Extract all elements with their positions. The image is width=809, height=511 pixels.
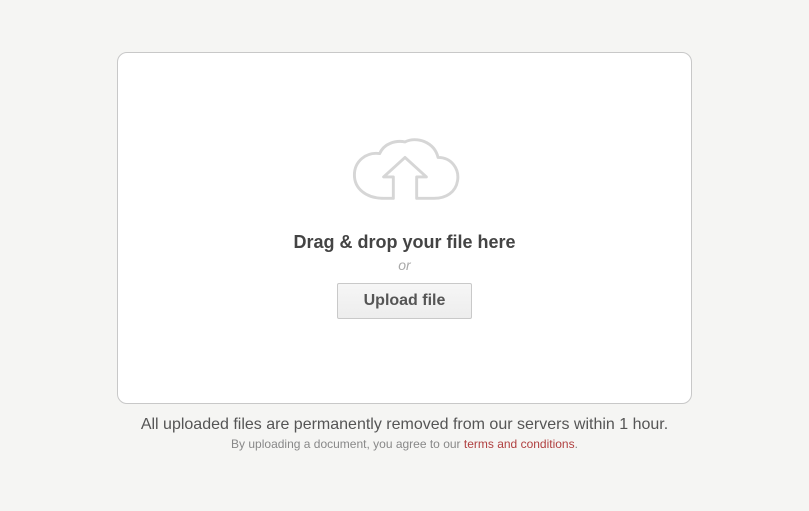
agreement-prefix: By uploading a document, you agree to ou…: [231, 437, 464, 451]
cloud-upload-icon: [346, 138, 464, 210]
agreement-text: By uploading a document, you agree to ou…: [231, 437, 578, 451]
removal-notice: All uploaded files are permanently remov…: [141, 416, 668, 434]
dropzone-title: Drag & drop your file here: [293, 232, 515, 253]
or-separator: or: [398, 257, 410, 273]
agreement-suffix: .: [575, 437, 578, 451]
file-dropzone[interactable]: Drag & drop your file here or Upload fil…: [117, 52, 692, 404]
upload-file-button[interactable]: Upload file: [337, 283, 473, 319]
terms-and-conditions-link[interactable]: terms and conditions: [464, 437, 575, 451]
